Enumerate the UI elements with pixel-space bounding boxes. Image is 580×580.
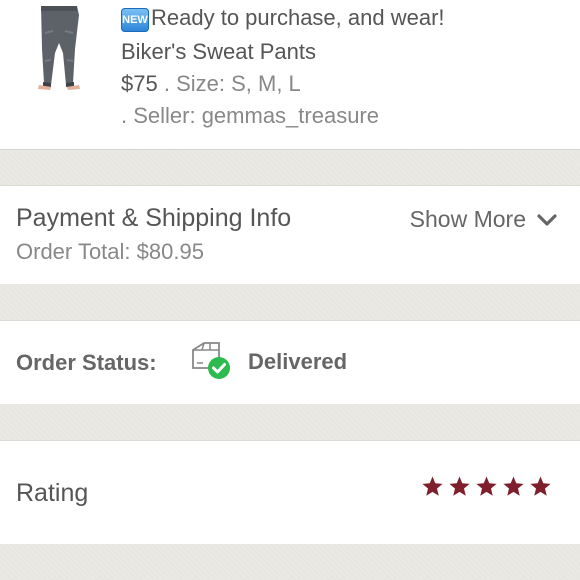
product-price-size: $75 . Size: S, M, L: [121, 71, 301, 97]
product-price: $75: [121, 71, 158, 96]
order-status-value: Delivered: [248, 349, 348, 374]
star-icon[interactable]: [529, 475, 552, 498]
delivered-package-icon: [192, 342, 230, 379]
product-name: Biker's Sweat Pants: [121, 39, 316, 64]
product-thumbnail[interactable]: [17, 3, 105, 91]
section-divider: [0, 150, 580, 185]
star-icon[interactable]: [448, 475, 471, 498]
rating-stars[interactable]: [421, 475, 552, 498]
chevron-down-icon: [537, 213, 557, 226]
payment-shipping-title: Payment & Shipping Info: [16, 204, 292, 232]
rating-label: Rating: [16, 479, 89, 507]
star-icon[interactable]: [502, 475, 525, 498]
product-headline-text: Ready to purchase, and wear!: [151, 5, 445, 30]
star-icon[interactable]: [421, 475, 444, 498]
new-badge-icon: NEW: [121, 8, 149, 32]
show-more-label: Show More: [409, 206, 526, 232]
section-divider: [0, 404, 580, 440]
product-headline: NEW Ready to purchase, and wear!: [121, 5, 445, 32]
order-total: Order Total: $80.95: [16, 239, 204, 264]
product-seller: . Seller: gemmas_treasure: [121, 103, 379, 128]
section-divider: [0, 284, 580, 320]
order-status-label: Order Status:: [16, 350, 157, 375]
product-card[interactable]: NEW Ready to purchase, and wear! Biker's …: [0, 0, 580, 150]
section-divider: [0, 544, 580, 580]
payment-shipping-card: Payment & Shipping Info Order Total: $80…: [0, 185, 580, 285]
show-more-button[interactable]: Show More: [410, 206, 558, 233]
rating-card: Rating: [0, 440, 580, 545]
product-size: . Size: S, M, L: [163, 71, 301, 96]
sweatpants-image: [38, 6, 80, 90]
order-status-card: Order Status: Delivered: [0, 320, 580, 405]
star-icon[interactable]: [475, 475, 498, 498]
